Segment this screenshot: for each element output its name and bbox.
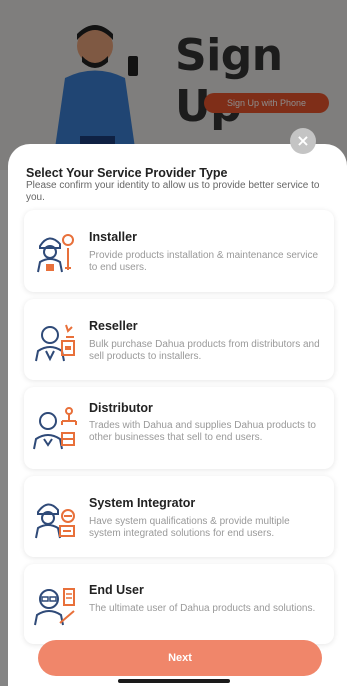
option-description: Bulk purchase Dahua products from distri… — [89, 339, 320, 362]
sheet-subtitle: Please confirm your identity to allow us… — [26, 180, 320, 203]
home-indicator — [118, 679, 230, 683]
reseller-icon — [35, 324, 75, 362]
end-user-icon — [34, 588, 75, 626]
close-button[interactable]: × — [290, 128, 316, 154]
option-description: The ultimate user of Dahua products and … — [89, 603, 316, 614]
provider-option-system-integrator[interactable]: System Integrator Have system qualificat… — [24, 476, 334, 557]
option-description: Have system qualifications & provide mul… — [89, 516, 290, 539]
option-title: System Integrator — [89, 496, 196, 510]
system-integrator-icon — [35, 503, 75, 539]
option-title: Installer — [89, 230, 137, 244]
sheet-title: Select Your Service Provider Type — [26, 166, 228, 180]
provider-option-end-user[interactable]: End User The ultimate user of Dahua prod… — [24, 564, 334, 644]
installer-icon — [37, 234, 74, 273]
option-description: Trades with Dahua and supplies Dahua pro… — [89, 420, 316, 443]
option-title: End User — [89, 583, 144, 597]
option-title: Distributor — [89, 401, 153, 415]
provider-option-installer[interactable]: Installer Provide products installation … — [24, 210, 334, 292]
option-description: Provide products installation & maintena… — [89, 250, 319, 273]
provider-option-reseller[interactable]: Reseller Bulk purchase Dahua products fr… — [24, 299, 334, 380]
option-title: Reseller — [89, 319, 138, 333]
next-button[interactable]: Next — [38, 640, 322, 676]
distributor-icon — [33, 407, 77, 450]
provider-option-distributor[interactable]: Distributor Trades with Dahua and suppli… — [24, 387, 334, 469]
